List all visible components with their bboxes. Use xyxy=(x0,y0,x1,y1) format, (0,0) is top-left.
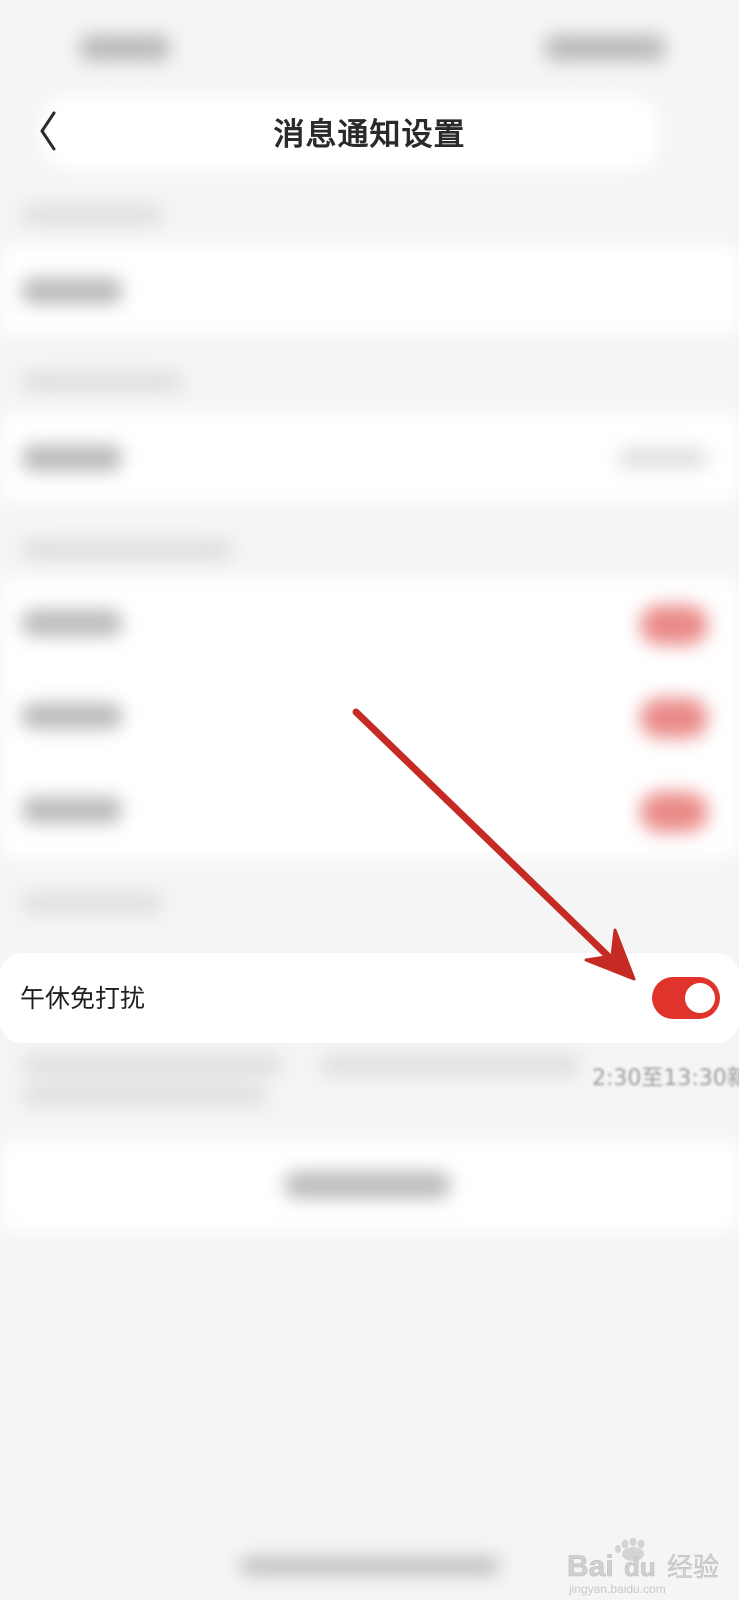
watermark-brand: Bai xyxy=(567,1550,614,1583)
annotation-arrow xyxy=(352,708,636,981)
screen: 消息通知设置 午休免打扰 2:30至13:30新信接收 Bai du 经验 ji… xyxy=(0,0,739,1600)
baidu-jingyan-watermark: Bai du 经验 jingyan.baidu.com xyxy=(567,1538,719,1596)
watermark-brand-suffix: du xyxy=(624,1552,656,1582)
watermark-domain: jingyan.baidu.com xyxy=(568,1582,666,1596)
watermark-label: 经验 xyxy=(667,1553,719,1583)
arrow-shaft xyxy=(352,708,614,962)
